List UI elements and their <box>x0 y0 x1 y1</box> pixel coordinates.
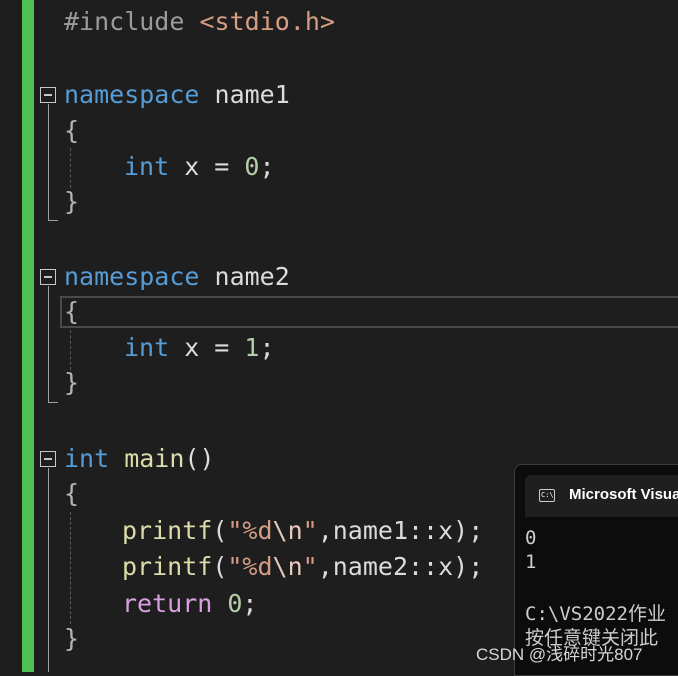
code-line-printf-name1[interactable]: printf("%d\n",name1::x); <box>122 514 483 548</box>
indent-guide <box>70 512 71 624</box>
code-line-close-brace[interactable]: } <box>64 366 79 400</box>
code-line-include[interactable]: #include <stdio.h> <box>64 5 335 39</box>
code-line-open-brace[interactable]: { <box>64 295 79 329</box>
fold-guide-line <box>48 468 49 672</box>
code-line-return[interactable]: return 0; <box>122 587 257 621</box>
collapse-toggle-icon[interactable] <box>40 87 56 103</box>
code-line-close-brace[interactable]: } <box>64 622 79 656</box>
code-line-open-brace[interactable]: { <box>64 477 79 511</box>
collapse-toggle-icon[interactable] <box>40 269 56 285</box>
fold-guide-line <box>48 286 49 402</box>
code-line-main[interactable]: int main() <box>64 442 215 476</box>
console-output-line: 0 <box>525 527 537 549</box>
watermark-text: CSDN @浅碎时光807 <box>476 645 643 664</box>
console-title: Microsoft Visua <box>569 486 678 503</box>
code-line-close-brace[interactable]: } <box>64 185 79 219</box>
code-line-int-x-0[interactable]: int x = 0; <box>124 150 275 184</box>
fold-guide-end <box>48 402 58 403</box>
fold-guide-line <box>48 104 49 220</box>
indent-guide <box>70 330 71 370</box>
code-line-printf-name2[interactable]: printf("%d\n",name2::x); <box>122 550 483 584</box>
code-line-namespace-name2[interactable]: namespace name2 <box>64 260 290 294</box>
collapse-toggle-icon[interactable] <box>40 451 56 467</box>
code-line-namespace-name1[interactable]: namespace name1 <box>64 78 290 112</box>
current-line-highlight <box>60 296 678 328</box>
console-output-line: 1 <box>525 551 537 573</box>
indent-guide <box>70 148 71 188</box>
console-output-line: C:\VS2022作业 <box>525 603 666 625</box>
console-app-icon: C:\ <box>539 489 555 502</box>
change-indicator-bar <box>22 0 34 672</box>
code-line-open-brace[interactable]: { <box>64 114 79 148</box>
fold-guide-end <box>48 220 58 221</box>
code-line-int-x-1[interactable]: int x = 1; <box>124 331 275 365</box>
console-title-bar[interactable]: C:\ Microsoft Visua <box>525 475 678 517</box>
